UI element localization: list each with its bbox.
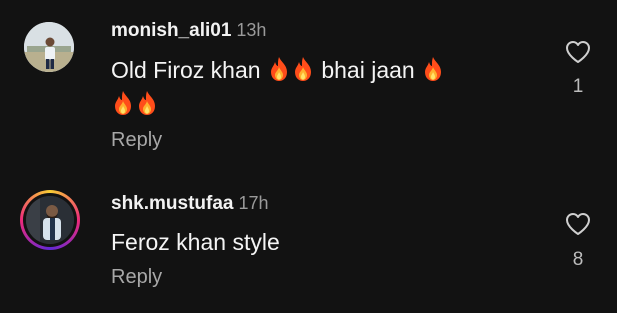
comment-text: Feroz khan style <box>111 229 280 255</box>
reply-button[interactable]: Reply <box>111 266 162 289</box>
heart-outline-icon[interactable] <box>565 40 591 64</box>
story-ring-gap <box>23 193 77 247</box>
comment-username[interactable]: monish_ali01 13h <box>111 20 266 42</box>
comment-username[interactable]: shk.mustufaa 17h <box>111 193 269 215</box>
comment-text-part: Old Firoz khan <box>111 57 267 83</box>
avatar[interactable] <box>24 22 74 72</box>
avatar[interactable] <box>26 196 74 244</box>
heart-outline-icon[interactable] <box>565 212 591 236</box>
fire-emoji-icon <box>268 56 290 82</box>
comment-item: shk.mustufaa 17h Feroz khan style Reply 8 <box>0 170 617 313</box>
fire-emoji-icon <box>112 90 134 116</box>
comment-timestamp: 17h <box>238 193 269 213</box>
fire-emoji-icon <box>136 90 158 116</box>
fire-emoji-icon <box>422 56 444 82</box>
username-text[interactable]: shk.mustufaa <box>111 193 233 214</box>
like-count: 8 <box>572 249 584 270</box>
story-ring[interactable] <box>20 190 80 250</box>
comment-text-part: bhai jaan <box>314 57 422 83</box>
comment-timestamp: 13h <box>236 20 267 40</box>
fire-emoji-icon <box>292 56 314 82</box>
comment-text: Old Firoz khan bhai jaan <box>111 53 531 121</box>
username-text[interactable]: monish_ali01 <box>111 20 231 41</box>
comment-item: monish_ali01 13h Old Firoz khan bhai jaan… <box>0 0 617 170</box>
like-count: 1 <box>572 76 584 97</box>
reply-button[interactable]: Reply <box>111 129 162 152</box>
